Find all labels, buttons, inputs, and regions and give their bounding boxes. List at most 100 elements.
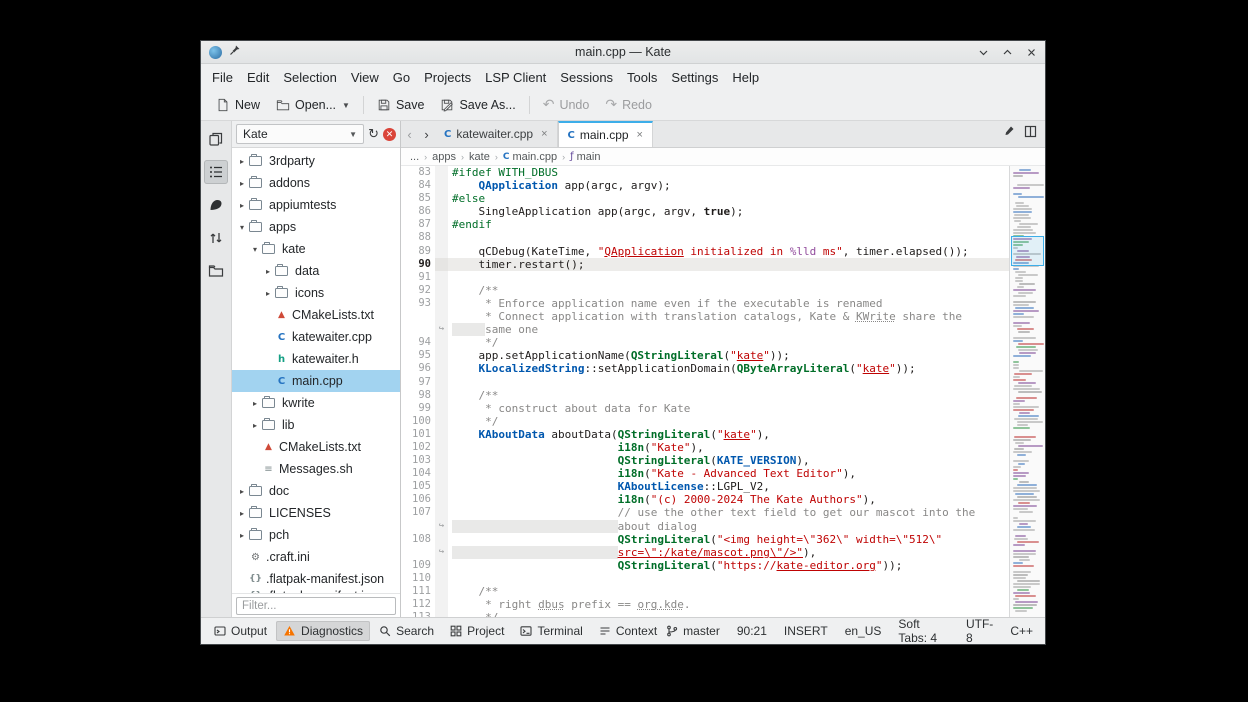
menu-item-lsp-client[interactable]: LSP Client	[478, 67, 553, 88]
maximize-window-icon[interactable]	[1002, 47, 1013, 58]
code-line-97[interactable]: 97	[401, 376, 1009, 389]
chevron-right-icon[interactable]: ▸	[236, 487, 248, 496]
code-line-88[interactable]: 88	[401, 231, 1009, 244]
tree-item-cmakelists-txt[interactable]: ▲CMakeLists.txt	[232, 436, 400, 458]
menu-item-file[interactable]: File	[205, 67, 240, 88]
chevron-right-icon[interactable]: ▸	[249, 399, 261, 408]
statusbar-insert[interactable]: INSERT	[784, 624, 828, 638]
code-line-96[interactable]: 96 KLocalizedString::setApplicationDomai…	[401, 362, 1009, 375]
project-filter-input[interactable]	[236, 597, 396, 615]
chevron-right-icon[interactable]: ▸	[236, 201, 248, 210]
chevron-right-icon[interactable]: ▸	[236, 531, 248, 540]
project-selector[interactable]: Kate ▼	[236, 124, 364, 144]
code-editor[interactable]: 83#ifdef WITH_DBUS84 QApplication app(ar…	[401, 166, 1009, 617]
menu-item-projects[interactable]: Projects	[417, 67, 478, 88]
menu-item-selection[interactable]: Selection	[276, 67, 343, 88]
tree-item-flatpak-manifest-json[interactable]: {}.flatpak-manifest.json	[232, 568, 400, 590]
tree-item-doc[interactable]: ▸doc	[232, 480, 400, 502]
tree-item-katewaiter-h[interactable]: hkatewaiter.h	[232, 348, 400, 370]
code-line-99[interactable]: 99 * construct about data for Kate	[401, 402, 1009, 415]
statusbar-search-button[interactable]: Search	[372, 621, 441, 641]
tree-item-addons[interactable]: ▸addons	[232, 172, 400, 194]
close-tab-icon[interactable]: ×	[637, 129, 643, 141]
tree-item-cmakelists-txt[interactable]: ▲CMakeLists.txt	[232, 304, 400, 326]
statusbar-master[interactable]: master	[666, 624, 720, 638]
menu-item-go[interactable]: Go	[386, 67, 417, 88]
shade-window-icon[interactable]	[978, 47, 989, 58]
statusbar-diagnostics-button[interactable]: Diagnostics	[276, 621, 370, 641]
chevron-down-icon[interactable]: ▾	[249, 245, 261, 254]
redo-button[interactable]: ↷Redo	[598, 95, 659, 115]
tree-item-apps[interactable]: ▾apps	[232, 216, 400, 238]
save-as-button[interactable]: Save As...	[433, 95, 522, 115]
tree-item-main-cpp[interactable]: Cmain.cpp	[232, 370, 400, 392]
tree-item-pch[interactable]: ▸pch	[232, 524, 400, 546]
menu-item-view[interactable]: View	[344, 67, 386, 88]
code-line-111[interactable]: 111 /**	[401, 585, 1009, 598]
code-line-112[interactable]: 112 * right dbus prefix == org.kde.	[401, 598, 1009, 611]
code-line-101[interactable]: 101 KAboutData aboutData(QStringLiteral(…	[401, 428, 1009, 441]
split-view-icon[interactable]	[1024, 125, 1037, 143]
code-line-86[interactable]: 86 SingleApplication app(argc, argv, tru…	[401, 205, 1009, 218]
code-line-93[interactable]: 93 * Enforce application name even if th…	[401, 297, 1009, 310]
breadcrumb-item-main[interactable]: ƒmain	[570, 151, 600, 163]
breadcrumb-item-kate[interactable]: kate	[469, 151, 490, 163]
breadcrumb-item-item[interactable]: ...	[410, 151, 419, 163]
code-line-83[interactable]: 83#ifdef WITH_DBUS	[401, 166, 1009, 179]
statusbar-project-button[interactable]: Project	[443, 621, 511, 641]
close-window-icon[interactable]	[1026, 47, 1037, 58]
tree-item-craft-ini[interactable]: ⚙.craft.ini	[232, 546, 400, 568]
code-line-105[interactable]: 105 KAboutLicense::LGPL_V2,	[401, 480, 1009, 493]
code-line-wrap[interactable]: ↪ src=\":/kate/mascot.png\"/>"),	[401, 546, 1009, 559]
kate-sessions-toolview-icon[interactable]	[204, 193, 228, 217]
statusbar-utf-8[interactable]: UTF-8	[966, 617, 993, 645]
menu-item-tools[interactable]: Tools	[620, 67, 664, 88]
chevron-right-icon[interactable]: ▸	[249, 421, 261, 430]
tree-item-icons[interactable]: ▸icons	[232, 282, 400, 304]
code-line-wrap[interactable]: ↪ about dialog	[401, 520, 1009, 533]
quick-open-icon[interactable]	[1002, 125, 1015, 143]
tree-item-lib[interactable]: ▸lib	[232, 414, 400, 436]
chevron-right-icon[interactable]: ▸	[262, 267, 274, 276]
tree-item-appiumtests[interactable]: ▸appiumtests	[232, 194, 400, 216]
code-line-107[interactable]: 107 // use the other text field to get o…	[401, 506, 1009, 519]
code-line-wrap[interactable]: * Connect application with translation c…	[401, 310, 1009, 323]
code-line-84[interactable]: 84 QApplication app(argc, argv);	[401, 179, 1009, 192]
code-line-108[interactable]: 108 QStringLiteral("<img height=\"362\" …	[401, 533, 1009, 546]
titlebar[interactable]: main.cpp — Kate	[201, 41, 1045, 64]
menu-item-settings[interactable]: Settings	[664, 67, 725, 88]
code-line-91[interactable]: 91	[401, 271, 1009, 284]
code-line-100[interactable]: 100 */	[401, 415, 1009, 428]
tree-item-messages-sh[interactable]: ≡Messages.sh	[232, 458, 400, 480]
code-line-110[interactable]: 110	[401, 572, 1009, 585]
code-line-103[interactable]: 103 QStringLiteral(KATE_VERSION),	[401, 454, 1009, 467]
history-back-icon[interactable]: ‹	[401, 121, 418, 147]
minimap-scrollbar[interactable]	[1009, 166, 1045, 617]
open-button[interactable]: Open...▼	[269, 95, 357, 115]
documents-toolview-icon[interactable]	[204, 127, 228, 151]
minimap-viewport[interactable]	[1011, 236, 1044, 266]
code-line-wrap[interactable]: ↪ same one	[401, 323, 1009, 336]
close-tab-icon[interactable]: ×	[541, 128, 547, 140]
tree-item-data[interactable]: ▸data	[232, 260, 400, 282]
chevron-right-icon[interactable]: ▸	[236, 157, 248, 166]
statusbar-terminal-button[interactable]: Terminal	[513, 621, 589, 641]
sort-toolview-icon[interactable]	[204, 226, 228, 250]
tree-item-licenses[interactable]: ▸LICENSES	[232, 502, 400, 524]
code-line-87[interactable]: 87#endif	[401, 218, 1009, 231]
close-project-icon[interactable]: ✕	[383, 128, 396, 141]
code-line-90[interactable]: 90 timer.restart();	[401, 258, 1009, 271]
chevron-right-icon[interactable]: ▸	[262, 289, 274, 298]
statusbar-output-button[interactable]: Output	[207, 621, 274, 641]
chevron-right-icon[interactable]: ▸	[236, 509, 248, 518]
tree-item-3rdparty[interactable]: ▸3rdparty	[232, 150, 400, 172]
tree-item-kwrite[interactable]: ▸kwrite	[232, 392, 400, 414]
code-line-85[interactable]: 85#else	[401, 192, 1009, 205]
menu-item-help[interactable]: Help	[725, 67, 766, 88]
statusbar-90-21[interactable]: 90:21	[737, 624, 767, 638]
tree-item-kate[interactable]: ▾kate	[232, 238, 400, 260]
filesystem-toolview-icon[interactable]	[204, 259, 228, 283]
breadcrumb-item-main-cpp[interactable]: Cmain.cpp	[503, 151, 557, 163]
tab-katewaiter-cpp[interactable]: Ckatewaiter.cpp×	[435, 121, 558, 147]
code-line-106[interactable]: 106 i18n("(c) 2000-2024 The Kate Authors…	[401, 493, 1009, 506]
